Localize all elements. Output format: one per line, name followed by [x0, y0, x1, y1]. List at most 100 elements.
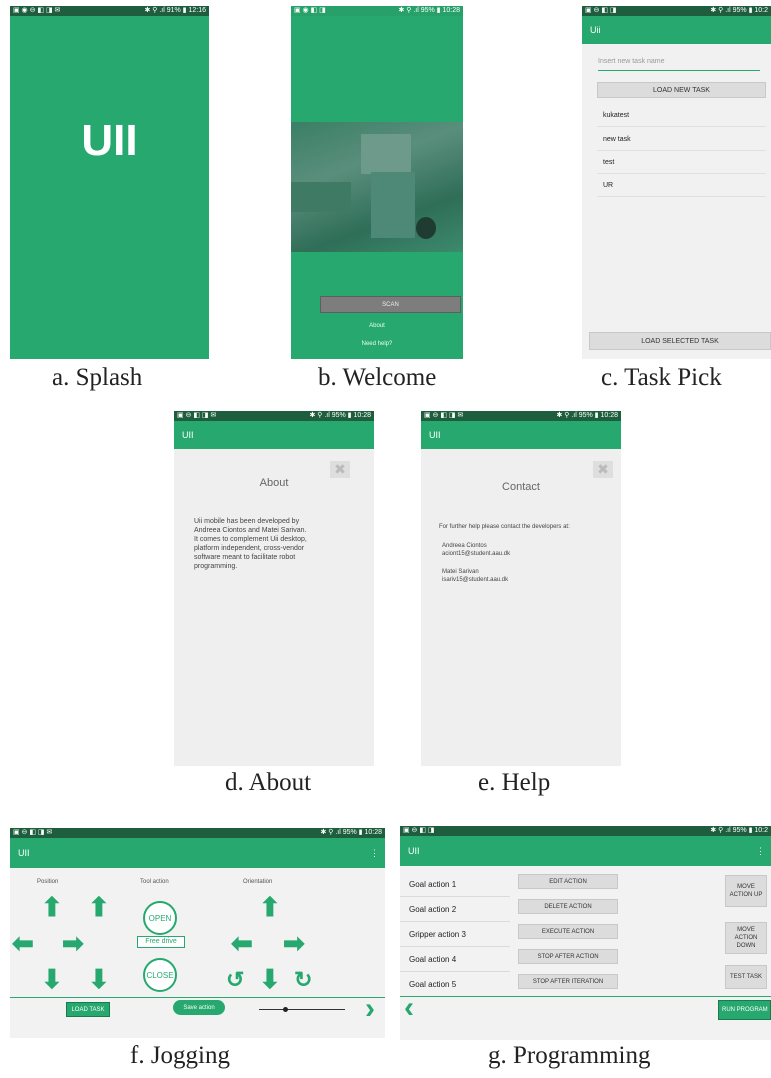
- stop-after-action-button[interactable]: STOP AFTER ACTION: [518, 949, 618, 964]
- developer-name: Andreea Ciontos: [442, 543, 487, 549]
- edit-action-button[interactable]: EDIT ACTION: [518, 874, 618, 889]
- close-icon[interactable]: ✖: [593, 461, 613, 478]
- task-item[interactable]: UR: [597, 174, 766, 197]
- arrow-up-icon[interactable]: ⬆: [41, 894, 63, 920]
- free-drive-toggle[interactable]: Free drive: [137, 936, 185, 948]
- status-bar: ▣ ⊖ ◧ ◨ ✉ ✱ ⚲ .ıl 95% ▮ 10:28: [10, 828, 385, 838]
- execute-action-button[interactable]: EXECUTE ACTION: [518, 924, 618, 939]
- about-line: Uii mobile has been developed by: [194, 518, 300, 525]
- load-new-task-button[interactable]: LOAD NEW TASK: [597, 82, 766, 98]
- caption-help: e. Help: [478, 769, 551, 796]
- splash-screen: ▣ ◉ ⊖ ◧ ◨ ✉ ✱ ⚲ .ıl 91% ▮ 12:16 UII: [10, 6, 209, 359]
- app-title: UII: [408, 846, 420, 856]
- status-bar: ▣ ⊖ ◧ ◨ ✱ ⚲ .ıl 95% ▮ 10:2: [400, 826, 771, 836]
- goal-list-item[interactable]: Goal action 5: [400, 972, 510, 997]
- move-action-up-button[interactable]: MOVE ACTION UP: [725, 875, 767, 907]
- status-icons: ▣ ◉ ⊖ ◧ ◨ ✉: [13, 7, 61, 14]
- goal-list-item[interactable]: Gripper action 3: [400, 922, 510, 947]
- about-text: Uii mobile has been developed by Andreea…: [194, 517, 369, 571]
- task-name-input[interactable]: Insert new task name: [598, 58, 760, 71]
- app-title: UII: [429, 430, 441, 440]
- orientation-label: Orientation: [243, 879, 273, 885]
- arrow-down-icon[interactable]: ⬇: [41, 966, 63, 992]
- status-right: ✱ ⚲ .ıl 95% ▮ 10:28: [398, 7, 460, 14]
- watch-shape: [416, 217, 436, 239]
- status-right: ✱ ⚲ .ıl 95% ▮ 10:28: [556, 412, 618, 419]
- status-bar: ▣ ⊖ ◧ ◨ ✉ ✱ ⚲ .ıl 95% ▮ 10:28: [421, 411, 621, 421]
- save-action-button[interactable]: Save action: [173, 1000, 225, 1015]
- developer-1: Andreea Ciontos aciont15@student.aau.dk: [442, 542, 510, 558]
- developer-email[interactable]: aciont15@student.aau.dk: [442, 550, 510, 558]
- position-label: Position: [37, 879, 59, 885]
- app-bar: UII ⋮: [10, 838, 385, 868]
- arrow-up-icon[interactable]: ⬆: [88, 894, 110, 920]
- status-icons: ▣ ◉ ◧ ◨: [294, 7, 326, 14]
- jogging-screen: ▣ ⊖ ◧ ◨ ✉ ✱ ⚲ .ıl 95% ▮ 10:28 UII ⋮ Posi…: [10, 828, 385, 1038]
- divider: [10, 997, 385, 998]
- caption-task-pick: c. Task Pick: [601, 364, 722, 391]
- robot-photo: [291, 122, 463, 252]
- app-bar: UII: [421, 421, 621, 449]
- arrow-left-icon[interactable]: ⬅: [12, 930, 34, 956]
- speed-slider[interactable]: [259, 1007, 345, 1012]
- move-action-down-button[interactable]: MOVE ACTION DOWN: [725, 922, 767, 954]
- task-item[interactable]: new task: [597, 128, 766, 151]
- machine-shape: [291, 182, 351, 212]
- status-icons: ▣ ⊖ ◧ ◨ ✉: [13, 829, 53, 836]
- overflow-menu-icon[interactable]: ⋮: [370, 848, 379, 859]
- app-bar: UII ⋮: [400, 836, 771, 866]
- arrow-down-icon[interactable]: ⬇: [259, 966, 281, 992]
- load-selected-task-button[interactable]: LOAD SELECTED TASK: [589, 332, 771, 350]
- status-right: ✱ ⚲ .ıl 95% ▮ 10:2: [710, 7, 768, 14]
- developer-email[interactable]: isariv15@student.aau.dk: [442, 576, 508, 584]
- welcome-screen: ▣ ◉ ◧ ◨ ✱ ⚲ .ıl 95% ▮ 10:28 SCAN About N…: [291, 6, 463, 359]
- help-intro: For further help please contact the deve…: [439, 524, 570, 530]
- caption-welcome: b. Welcome: [318, 364, 437, 391]
- scan-button[interactable]: SCAN: [320, 296, 461, 313]
- status-icons: ▣ ⊖ ◧ ◨ ✉: [424, 412, 464, 419]
- next-arrow-icon[interactable]: ›: [365, 994, 375, 1024]
- about-line: Andreea Ciontos and Matei Sarivan.: [194, 527, 307, 534]
- task-pick-screen: ▣ ⊖ ◧ ◨ ✱ ⚲ .ıl 95% ▮ 10:2 Uii Insert ne…: [582, 6, 771, 359]
- run-program-button[interactable]: RUN PROGRAM: [718, 1000, 771, 1020]
- delete-action-button[interactable]: DELETE ACTION: [518, 899, 618, 914]
- task-item[interactable]: test: [597, 151, 766, 174]
- robot-arm-shape: [361, 134, 411, 174]
- stop-after-iteration-button[interactable]: STOP AFTER ITERATION: [518, 974, 618, 989]
- previous-arrow-icon[interactable]: ‹: [404, 993, 414, 1023]
- arrow-right-icon[interactable]: ➡: [283, 930, 305, 956]
- need-help-link[interactable]: Need help?: [291, 341, 463, 347]
- close-gripper-button[interactable]: CLOSE: [143, 958, 177, 992]
- developer-2: Matei Sarivan isariv15@student.aau.dk: [442, 568, 508, 584]
- status-bar: ▣ ⊖ ◧ ◨ ✱ ⚲ .ıl 95% ▮ 10:2: [582, 6, 771, 16]
- app-logo: UII: [81, 116, 138, 165]
- about-link[interactable]: About: [291, 323, 463, 329]
- slider-thumb[interactable]: [283, 1007, 289, 1012]
- help-screen: ▣ ⊖ ◧ ◨ ✉ ✱ ⚲ .ıl 95% ▮ 10:28 UII ✖ Cont…: [421, 411, 621, 766]
- open-gripper-button[interactable]: OPEN: [143, 901, 177, 935]
- dialog-title: Contact: [502, 481, 540, 493]
- caption-splash: a. Splash: [52, 364, 143, 391]
- overflow-menu-icon[interactable]: ⋮: [756, 846, 765, 857]
- app-bar: Uii: [582, 16, 771, 44]
- task-item[interactable]: kukatest: [597, 104, 766, 127]
- app-title: UII: [18, 848, 30, 858]
- status-right: ✱ ⚲ .ıl 95% ▮ 10:2: [710, 827, 768, 834]
- rotate-cw-icon[interactable]: ↻: [294, 969, 312, 991]
- tool-action-label: Tool action: [140, 879, 169, 885]
- status-icons: ▣ ⊖ ◧ ◨: [585, 7, 617, 14]
- close-icon[interactable]: ✖: [330, 461, 350, 478]
- goal-list-item[interactable]: Goal action 4: [400, 947, 510, 972]
- test-task-button[interactable]: TEST TASK: [725, 965, 767, 989]
- arrow-up-icon[interactable]: ⬆: [259, 894, 281, 920]
- load-task-button[interactable]: LOAD TASK: [66, 1002, 110, 1017]
- arrow-down-icon[interactable]: ⬇: [88, 966, 110, 992]
- developer-name: Matei Sarivan: [442, 569, 479, 575]
- app-bar: UII: [174, 421, 374, 449]
- goal-list-item[interactable]: Goal action 1: [400, 872, 510, 897]
- rotate-ccw-icon[interactable]: ↺: [226, 969, 244, 991]
- status-icons: ▣ ⊖ ◧ ◨ ✉: [177, 412, 217, 419]
- goal-list-item[interactable]: Goal action 2: [400, 897, 510, 922]
- arrow-left-icon[interactable]: ⬅: [231, 930, 253, 956]
- arrow-right-icon[interactable]: ➡: [62, 930, 84, 956]
